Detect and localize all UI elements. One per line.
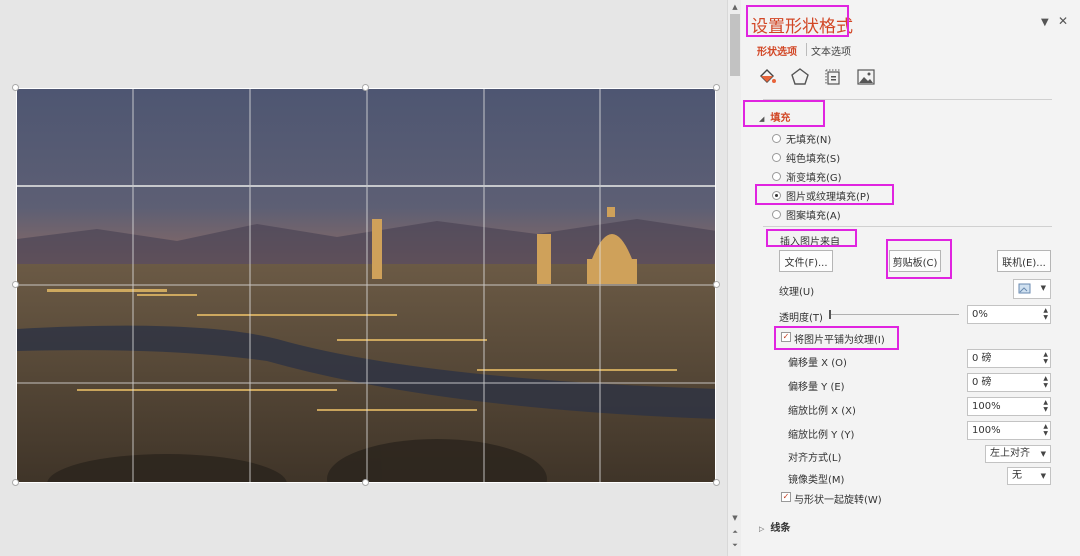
transparency-slider-track[interactable] <box>829 314 959 315</box>
radio-gradient-fill[interactable]: 渐变填充(G) <box>772 169 842 184</box>
tile-highlight-box <box>774 326 899 350</box>
offset-x-spinner[interactable]: 0 磅 ▲ ▼ <box>967 349 1051 368</box>
radio-gradient-fill-label: 渐变填充(G) <box>786 172 842 184</box>
spin-arrows-icon[interactable]: ▲ ▼ <box>1043 307 1048 321</box>
format-shape-pane: 设置形状格式 ▼ ✕ 形状选项 文本选项 ◢ 填充 无填充(N) 纯色填充(S) … <box>741 0 1080 556</box>
mirror-type-label: 镜像类型(M) <box>788 475 845 486</box>
mirror-type-value: 无 <box>1012 470 1022 481</box>
chevron-down-icon: ▼ <box>1040 450 1046 458</box>
offset-y-spinner[interactable]: 0 磅 ▲ ▼ <box>967 373 1051 392</box>
file-button[interactable]: 文件(F)... <box>779 250 833 272</box>
transparency-slider-thumb[interactable] <box>829 310 831 319</box>
scale-x-spinner[interactable]: 100% ▲ ▼ <box>967 397 1051 416</box>
texture-label: 纹理(U) <box>779 287 815 298</box>
fill-line-icon[interactable] <box>757 67 777 87</box>
resize-handle-top[interactable] <box>362 84 369 91</box>
texture-picker[interactable]: ▼ <box>1013 279 1051 299</box>
tab-separator <box>806 43 807 56</box>
line-section-header[interactable]: ▷ 线条 <box>759 519 790 534</box>
offset-x-label: 偏移量 X (O) <box>788 358 847 369</box>
picture-icon[interactable] <box>856 67 876 87</box>
insert-from-highlight-box <box>766 229 857 247</box>
texture-swatch-icon <box>1018 283 1031 294</box>
transparency-value: 0% <box>972 309 988 320</box>
online-button[interactable]: 联机(E)... <box>997 250 1051 272</box>
scale-y-spinner[interactable]: 100% ▲ ▼ <box>967 421 1051 440</box>
chevron-down-icon: ▼ <box>1040 472 1046 480</box>
alignment-dropdown[interactable]: 左上对齐 ▼ <box>985 445 1051 463</box>
effects-pentagon-icon[interactable] <box>790 67 810 87</box>
scroll-thumb[interactable] <box>730 14 740 76</box>
pane-controls: ▼ ✕ <box>1035 14 1068 28</box>
spin-arrows-icon[interactable]: ▲ ▼ <box>1043 375 1048 389</box>
tab-text-options[interactable]: 文本选项 <box>811 43 851 58</box>
transparency-spinner[interactable]: 0% ▲ ▼ <box>967 305 1051 324</box>
radio-solid-fill-button[interactable] <box>772 152 781 162</box>
mirror-type-dropdown[interactable]: 无 ▼ <box>1007 467 1051 485</box>
resize-handle-bottom[interactable] <box>362 479 369 486</box>
resize-handle-bottom-left[interactable] <box>12 479 19 486</box>
slide-canvas <box>0 0 727 556</box>
transparency-label: 透明度(T) <box>779 313 823 324</box>
clipboard-highlight-box <box>886 239 952 279</box>
scale-x-value: 100% <box>972 401 1001 412</box>
radio-pattern-fill-button[interactable] <box>772 209 781 219</box>
resize-handle-top-left[interactable] <box>12 84 19 91</box>
offset-y-value: 0 磅 <box>972 377 992 388</box>
resize-handle-left[interactable] <box>12 281 19 288</box>
radio-solid-fill[interactable]: 纯色填充(S) <box>772 150 841 165</box>
tab-shape-options[interactable]: 形状选项 <box>757 43 797 58</box>
slide-scrollbar[interactable]: ▲ ▼ ⏶ ⏷ <box>727 0 741 556</box>
radio-gradient-fill-button[interactable] <box>772 171 781 181</box>
alignment-value: 左上对齐 <box>990 448 1030 459</box>
chevron-down-icon: ▼ <box>1040 284 1046 292</box>
size-properties-icon[interactable] <box>823 67 843 87</box>
title-highlight-box <box>746 5 849 37</box>
line-section-label: 线条 <box>770 523 791 534</box>
resize-handle-right[interactable] <box>713 281 720 288</box>
radio-pattern-fill-label: 图案填充(A) <box>786 210 841 222</box>
scroll-down-icon[interactable]: ▼ <box>730 513 740 523</box>
previous-slide-icon[interactable]: ⏶ <box>730 528 740 537</box>
scale-x-label: 缩放比例 X (X) <box>788 406 856 417</box>
radio-no-fill-button[interactable] <box>772 133 781 143</box>
radio-solid-fill-label: 纯色填充(S) <box>786 153 841 165</box>
picture-fill-highlight-box <box>755 184 894 205</box>
fill-highlight-box <box>743 100 825 127</box>
scale-y-label: 缩放比例 Y (Y) <box>788 430 855 441</box>
close-icon[interactable]: ✕ <box>1058 14 1068 28</box>
spin-arrows-icon[interactable]: ▲ ▼ <box>1043 423 1048 437</box>
radio-pattern-fill[interactable]: 图案填充(A) <box>772 207 841 222</box>
alignment-label: 对齐方式(L) <box>788 453 842 464</box>
offset-y-label: 偏移量 Y (E) <box>788 382 845 393</box>
fill-subdivider <box>763 226 1052 227</box>
resize-handle-top-right[interactable] <box>713 84 720 91</box>
spin-arrows-icon[interactable]: ▲ ▼ <box>1043 351 1048 365</box>
next-slide-icon[interactable]: ⏷ <box>730 541 740 550</box>
tiled-picture-shape[interactable] <box>16 88 716 483</box>
scroll-up-icon[interactable]: ▲ <box>730 2 740 12</box>
offset-x-value: 0 磅 <box>972 353 992 364</box>
spin-arrows-icon[interactable]: ▲ ▼ <box>1043 399 1048 413</box>
radio-no-fill[interactable]: 无填充(N) <box>772 131 832 146</box>
rotate-with-shape-label[interactable]: 与形状一起旋转(W) <box>794 491 882 506</box>
rotate-with-shape-checkbox[interactable]: ✓ <box>781 492 791 502</box>
radio-no-fill-label: 无填充(N) <box>786 134 832 146</box>
expand-triangle-icon: ▷ <box>759 525 765 533</box>
pane-options-chevron-icon[interactable]: ▼ <box>1041 17 1049 28</box>
scale-y-value: 100% <box>972 425 1001 436</box>
resize-handle-bottom-right[interactable] <box>713 479 720 486</box>
city-night-photo <box>17 89 715 482</box>
